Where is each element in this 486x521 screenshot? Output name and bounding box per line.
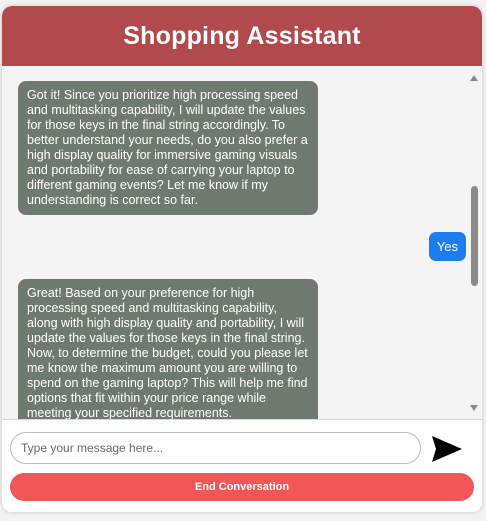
scroll-thumb[interactable] — [471, 186, 478, 286]
chat-scrollbar[interactable] — [466, 66, 482, 419]
composer: End Conversation — [2, 419, 482, 512]
send-arrow-icon — [432, 436, 462, 462]
assistant-message: Got it! Since you prioritize high proces… — [18, 81, 318, 215]
scroll-up-arrow-icon[interactable] — [470, 75, 478, 81]
scroll-down-arrow-icon[interactable] — [470, 405, 478, 411]
header: Shopping Assistant — [2, 6, 482, 66]
end-conversation-button[interactable]: End Conversation — [10, 473, 474, 501]
message-input[interactable] — [10, 432, 421, 464]
user-message: Yes — [428, 232, 466, 261]
app-title: Shopping Assistant — [123, 21, 361, 50]
send-button[interactable] — [431, 435, 463, 463]
chat-area[interactable]: Got it! Since you prioritize high proces… — [2, 66, 482, 419]
shopping-assistant-window: Shopping Assistant Got it! Since you pri… — [2, 6, 482, 512]
message-list: Got it! Since you prioritize high proces… — [2, 66, 466, 419]
assistant-message: Great! Based on your preference for high… — [18, 279, 318, 419]
